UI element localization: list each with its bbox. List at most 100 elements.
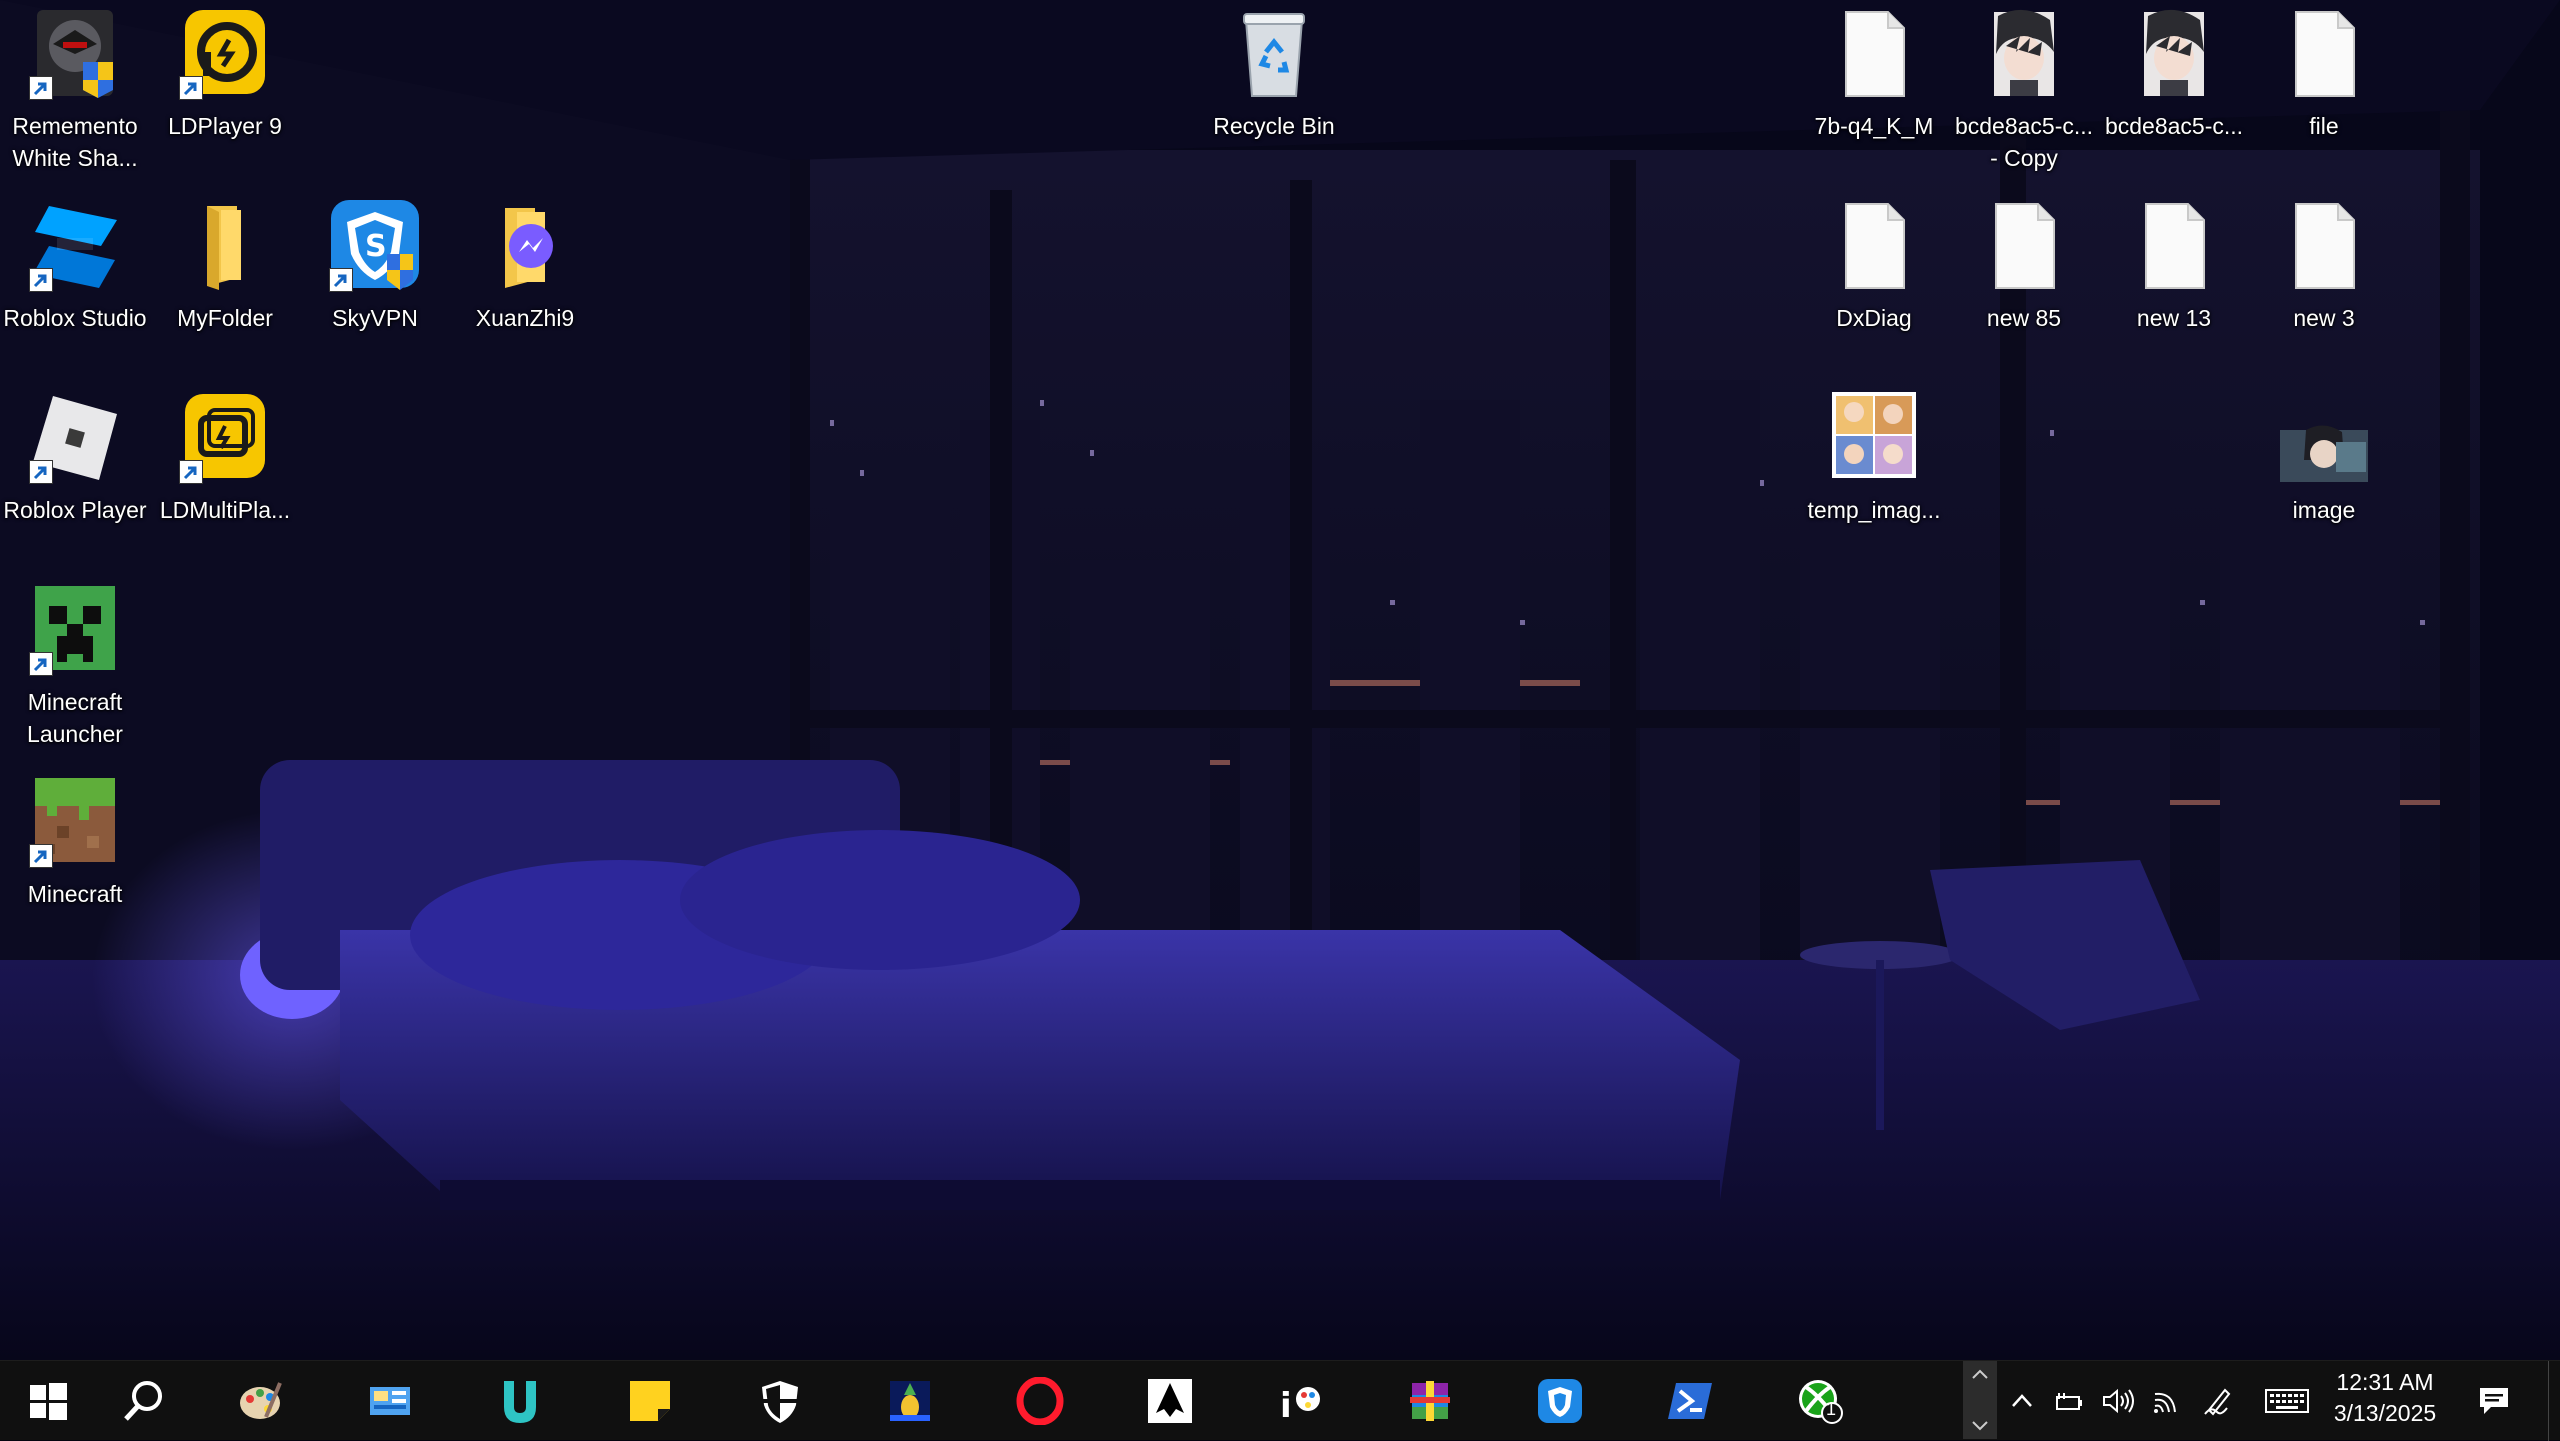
tray-show-hidden-icons[interactable] [2000,1361,2044,1441]
pineapple-app-icon [890,1381,930,1421]
svg-text:i: i [1280,1386,1292,1425]
desktop-icon-image[interactable]: image [2249,390,2399,526]
shield-security-icon [762,1381,798,1423]
image-thumbnail-icon [2276,390,2372,486]
taskbar-app-inkscape[interactable] [1130,1361,1210,1441]
icon-label: Roblox Studio [3,305,147,331]
tray-scroll-handle[interactable] [1963,1361,1997,1439]
inkscape-icon [1148,1379,1192,1423]
icon-label: new 3 [2293,305,2355,331]
icon-label: Recycle Bin [1213,113,1335,139]
taskbar-app-sticky-notes[interactable] [610,1361,690,1441]
taskbar-app-winrar[interactable] [1390,1361,1470,1441]
icon-label: new 13 [2136,305,2212,331]
icon-label: Roblox Player [3,497,147,523]
svg-text:S: S [365,229,387,264]
file-icon [2126,198,2222,294]
roblox-player-icon [27,390,123,486]
taskbar-app-vpn[interactable] [1520,1361,1600,1441]
xuanzhi-icon [477,198,573,294]
tray-volume[interactable] [2096,1361,2140,1441]
icon-label: bcde8ac5-c... [2104,113,2244,139]
minecraft-launcher-icon [27,582,123,678]
desktop-icon-minecraft-launcher[interactable]: Minecraft Launcher [0,582,150,750]
anime-image-icon [2126,6,2222,102]
desktop-icon-dxdiag[interactable]: DxDiag [1799,198,1949,334]
show-desktop-button[interactable] [2548,1361,2560,1441]
taskbar-app-u[interactable] [480,1361,560,1441]
icon-label: 7b-q4_K_M [1814,113,1934,139]
wifi-icon [2154,1392,2176,1413]
roblox-studio-icon [27,198,123,294]
skyvpn-icon: S [327,198,423,294]
shortcut-arrow-icon [29,268,53,292]
taskbar-app-paint[interactable] [220,1361,300,1441]
paint-palette-icon [240,1382,282,1419]
taskbar-app-powershell[interactable] [1650,1361,1730,1441]
chevron-up-icon [2012,1394,2032,1407]
action-center-button[interactable] [2470,1361,2518,1441]
chevron-up-icon [1972,1369,1988,1379]
desktop-icon-myfolder[interactable]: MyFolder [150,198,300,334]
desktop-icon-file[interactable]: file [2249,6,2399,142]
icon-label: DxDiag [1836,305,1912,331]
taskbar-app-ip-paint[interactable]: i [1260,1361,1340,1441]
desktop-icon-bcde8ac5-copy[interactable]: bcde8ac5-c... - Copy [1949,6,2099,174]
shortcut-arrow-icon [179,76,203,100]
desktop-icon-bcde8ac5[interactable]: bcde8ac5-c... [2099,6,2249,142]
anime-image-icon [1976,6,2072,102]
icon-label: LDPlayer 9 [168,113,282,139]
desktop-icon-ldmultiplayer[interactable]: LDMultiPla... [150,390,300,526]
desktop-icon-new-3[interactable]: new 3 [2249,198,2399,334]
tray-battery[interactable] [2048,1361,2092,1441]
tray-touch-keyboard[interactable] [2262,1361,2312,1441]
taskbar: i 1 12:31 AM 3/13/2025 [0,1360,2560,1441]
desktop-icon-xuanzhi9[interactable]: XuanZhi9 [450,198,600,334]
pen-icon [2204,1388,2231,1416]
shortcut-arrow-icon [329,268,353,292]
taskbar-app-security[interactable] [740,1361,820,1441]
uplay-u-icon [504,1381,536,1423]
icon-label: bcde8ac5-c... - Copy [1954,113,2094,171]
powershell-icon [1668,1383,1712,1419]
desktop-icon-roblox-player[interactable]: Roblox Player [0,390,150,526]
desktop-icon-minecraft[interactable]: Minecraft [0,774,150,910]
icon-label: temp_imag... [1807,497,1941,523]
icon-label: Rememento White Sha... [12,113,138,171]
start-button[interactable] [8,1361,88,1441]
clock-time: 12:31 AM [2336,1369,2434,1395]
folder-icon [177,198,273,294]
sticky-notes-icon [630,1381,670,1421]
desktop-icon-skyvpn[interactable]: S SkyVPN [300,198,450,334]
taskbar-app-control-panel[interactable] [350,1361,430,1441]
file-icon [1826,198,1922,294]
icon-label: Minecraft [27,881,123,907]
desktop-icon-recycle-bin[interactable]: Recycle Bin [1199,6,1349,142]
battery-plug-icon [2056,1393,2082,1410]
desktop-icon-rememento[interactable]: Rememento White Sha... [0,6,150,174]
desktop-icon-new-85[interactable]: new 85 [1949,198,2099,334]
minecraft-icon [27,774,123,870]
desktop-icon-temp-image[interactable]: temp_imag... [1799,390,1949,526]
system-clock[interactable]: 12:31 AM 3/13/2025 [2310,1361,2460,1441]
desktop-icon-ldplayer[interactable]: LDPlayer 9 [150,6,300,142]
search-icon [124,1381,162,1421]
icon-label: Minecraft Launcher [27,689,123,747]
winrar-icon [1410,1381,1450,1421]
desktop-icon-new-13[interactable]: new 13 [2099,198,2249,334]
taskbar-app-opera[interactable] [1000,1361,1080,1441]
chevron-down-icon [1972,1421,1988,1431]
taskbar-app-pineapple[interactable] [870,1361,950,1441]
vpn-shield-icon [1538,1379,1582,1423]
file-icon [1826,6,1922,102]
search-button[interactable] [104,1361,184,1441]
tray-network[interactable] [2146,1361,2190,1441]
rememento-icon [27,6,123,102]
desktop-icon-7b-q4-k-m[interactable]: 7b-q4_K_M [1799,6,1949,142]
desktop-icon-roblox-studio[interactable]: Roblox Studio [0,198,150,334]
tray-pen[interactable] [2196,1361,2240,1441]
control-panel-icon [370,1387,410,1415]
taskbar-app-xbox[interactable]: 1 [1780,1361,1860,1441]
icon-label: SkyVPN [332,305,418,331]
recycle-bin-icon [1226,6,1322,102]
